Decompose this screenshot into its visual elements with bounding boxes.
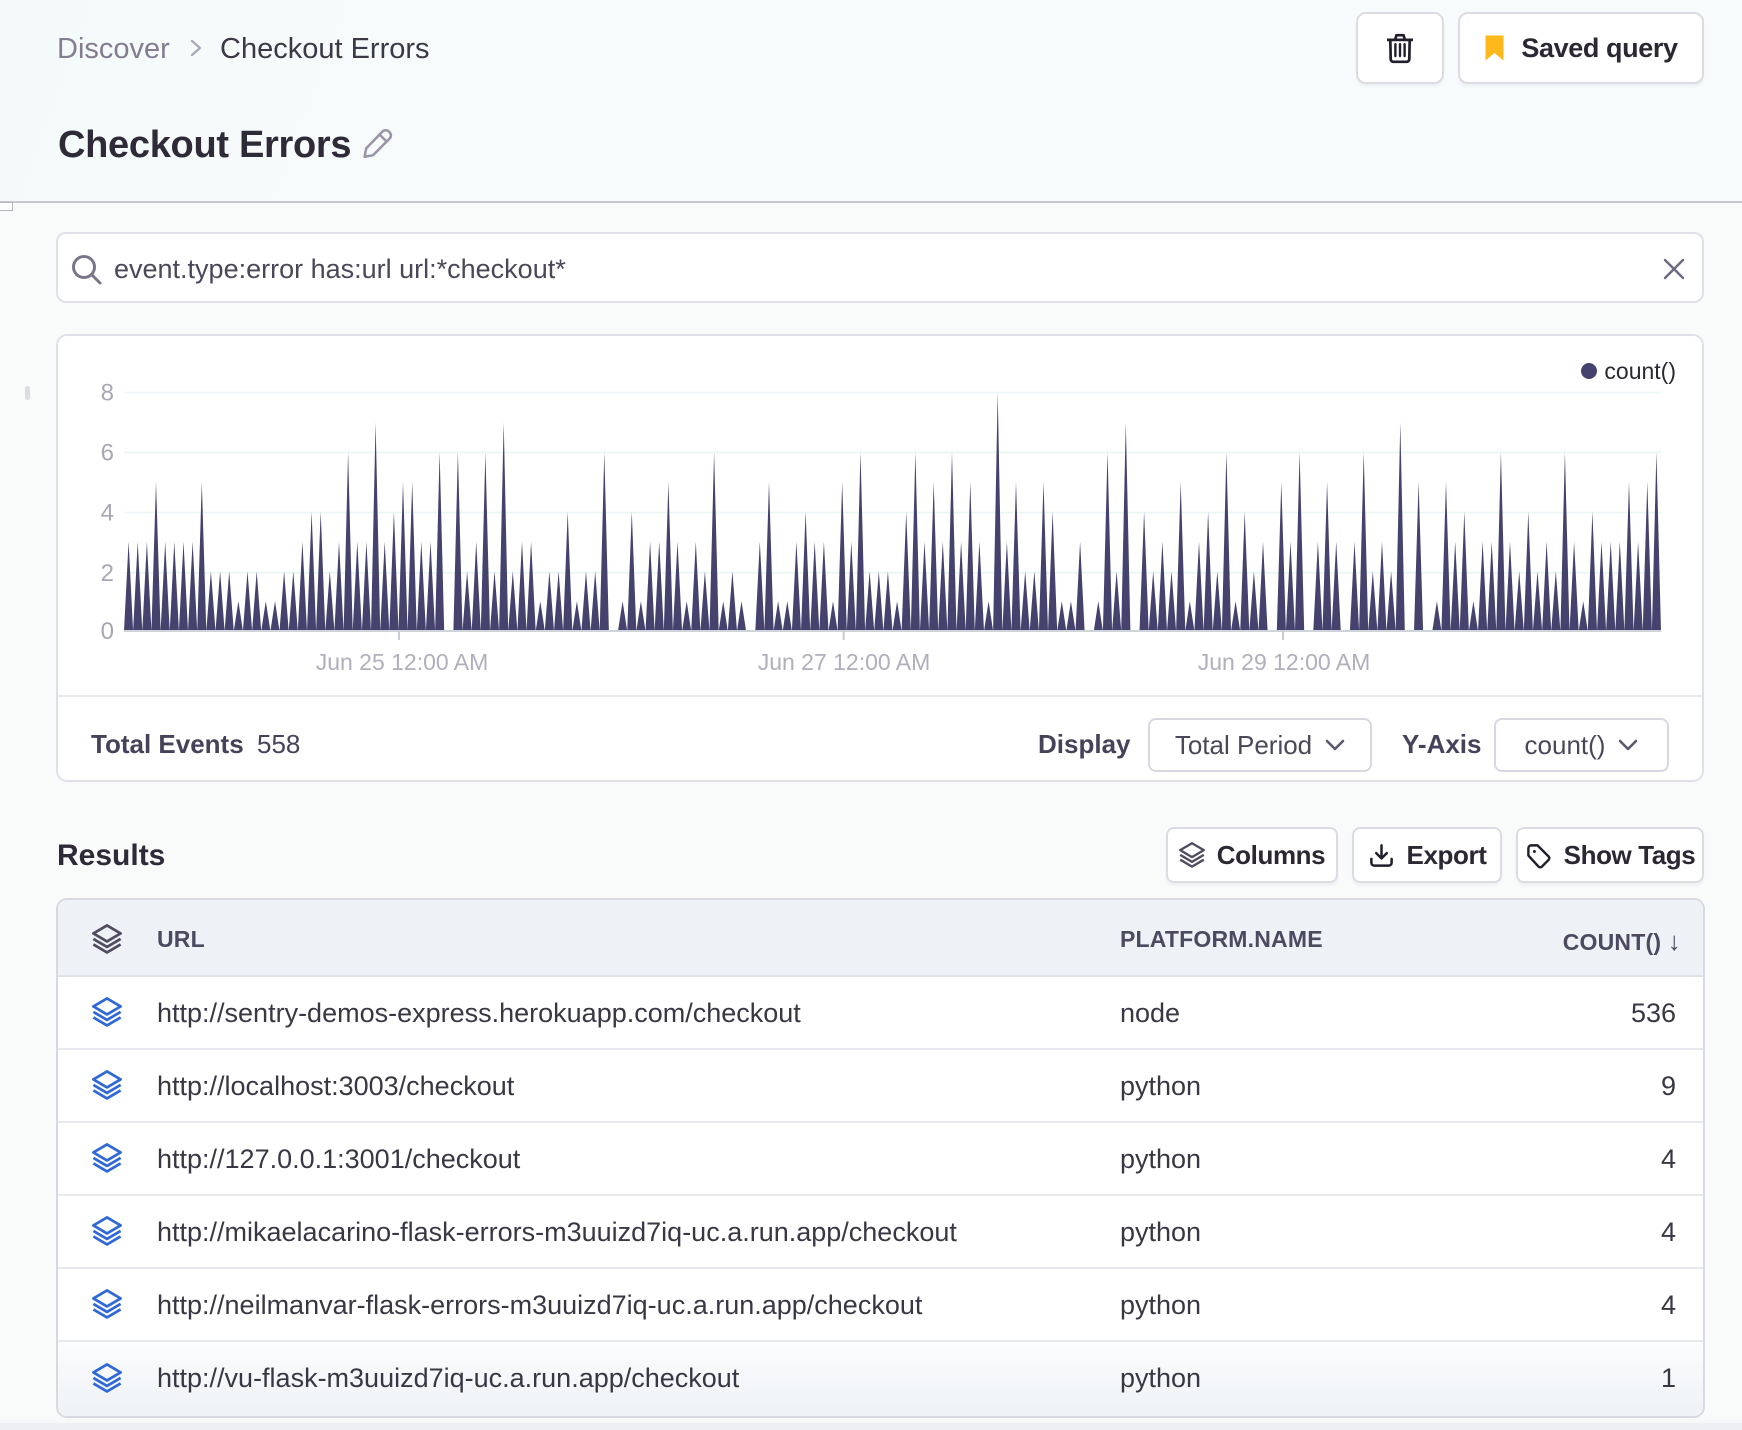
svg-text:0: 0: [101, 618, 114, 645]
svg-text:8: 8: [101, 380, 114, 407]
svg-text:2: 2: [101, 560, 114, 587]
svg-text:count(): count(): [1604, 358, 1676, 384]
svg-text:Jun 27 12:00 AM: Jun 27 12:00 AM: [758, 649, 931, 675]
svg-text:4: 4: [101, 500, 114, 527]
svg-text:6: 6: [101, 439, 114, 466]
svg-text:Jun 25 12:00 AM: Jun 25 12:00 AM: [316, 649, 489, 675]
svg-text:Jun 29 12:00 AM: Jun 29 12:00 AM: [1198, 649, 1371, 675]
